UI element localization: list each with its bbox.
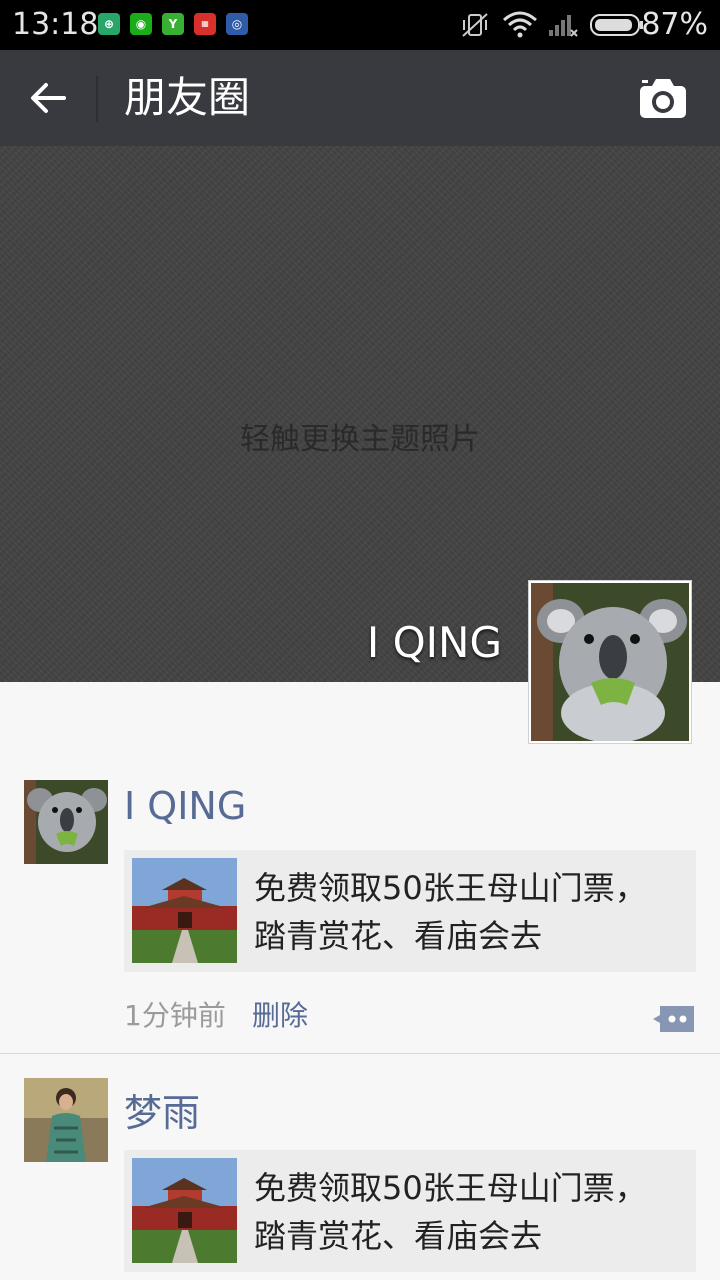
post-author-name[interactable]: I QING: [124, 784, 246, 828]
change-cover-hint: 轻触更换主题照片: [240, 422, 480, 457]
post-avatar[interactable]: [24, 1078, 108, 1162]
header-divider: [96, 76, 98, 122]
page-title: 朋友圈: [124, 73, 251, 122]
cover-user-name: I QING: [366, 618, 502, 667]
status-bar: 13:18 ⊕ ◉ Y ▦ ◎ 87%: [0, 0, 720, 50]
link-title: 免费领取50张王母山门票，踏青赏花、看庙会去: [254, 869, 647, 955]
profile-avatar[interactable]: [528, 580, 692, 744]
green-app-icon: Y: [162, 13, 184, 35]
comment-more-icon: [653, 1006, 694, 1032]
wifi-icon: [503, 11, 537, 38]
feed-post: I QING 免费领取50张王母山门票，踏青赏花、看庙会去 1分钟前 删除: [0, 780, 720, 1054]
app-header: 朋友圈: [0, 50, 720, 146]
koala-avatar-image: [24, 780, 108, 864]
wechat-icon: ◉: [130, 13, 152, 35]
woman-avatar-image: [24, 1078, 108, 1162]
post-divider: [0, 1053, 720, 1054]
feed-post: 梦雨 免费领取50张王母山门票，踏青赏花、看庙会去: [0, 1078, 720, 1280]
signal-icon: [549, 15, 578, 37]
comment-button[interactable]: [652, 1004, 696, 1034]
blue-app-icon: ◎: [226, 13, 248, 35]
post-author-name[interactable]: 梦雨: [124, 1082, 200, 1137]
shield-app-icon: ⊕: [98, 13, 120, 35]
battery-percent: 87%: [641, 7, 708, 42]
mute-vibrate-icon: [462, 13, 488, 37]
arrow-left-icon: [31, 83, 66, 113]
battery-icon: [590, 14, 643, 36]
status-time: 13:18: [12, 7, 99, 42]
temple-thumbnail-image: [132, 1158, 237, 1263]
koala-avatar-image: [531, 583, 689, 743]
shared-link-card[interactable]: 免费领取50张王母山门票，踏青赏花、看庙会去: [124, 850, 696, 972]
post-avatar[interactable]: [24, 780, 108, 864]
red-app-icon: ▦: [194, 13, 216, 35]
link-title: 免费领取50张王母山门票，踏青赏花、看庙会去: [254, 1169, 647, 1255]
post-timestamp: 1分钟前: [124, 999, 226, 1032]
delete-button[interactable]: 删除: [252, 994, 308, 1034]
camera-button[interactable]: [638, 76, 692, 122]
back-button[interactable]: [26, 76, 70, 120]
shared-link-card[interactable]: 免费领取50张王母山门票，踏青赏花、看庙会去: [124, 1150, 696, 1272]
camera-icon: [640, 79, 686, 118]
temple-thumbnail-image: [132, 858, 237, 963]
